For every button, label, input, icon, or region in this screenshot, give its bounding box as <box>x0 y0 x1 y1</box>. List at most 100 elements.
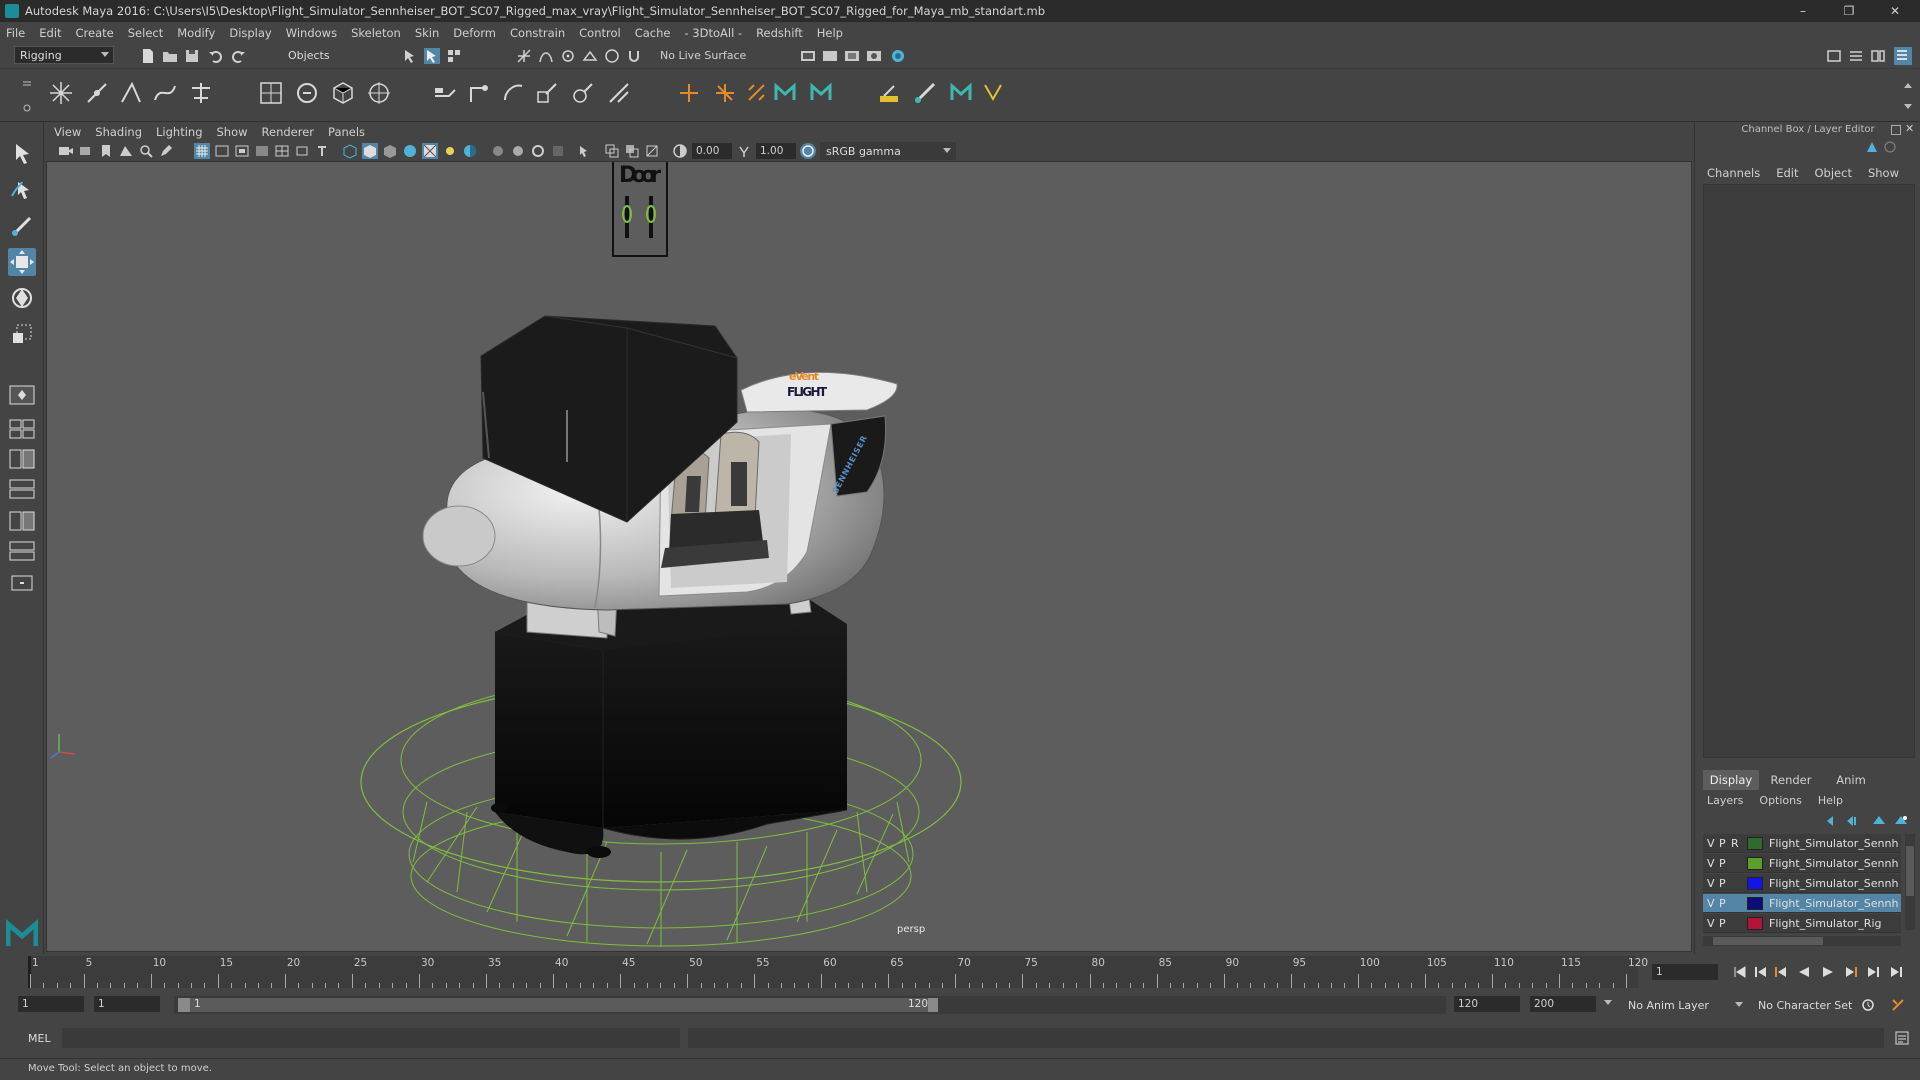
panel-menu-view[interactable]: View <box>54 125 81 139</box>
channel-box-menu-edit[interactable]: Edit <box>1776 166 1798 180</box>
panel-menu-renderer[interactable]: Renderer <box>262 125 315 139</box>
color-management-icon[interactable] <box>800 143 816 159</box>
field-chart-icon[interactable] <box>274 143 290 159</box>
menu-deform[interactable]: Deform <box>453 26 496 40</box>
layout-outliner-icon[interactable] <box>8 478 36 500</box>
range-bar-handle[interactable]: 1 120 <box>178 998 938 1012</box>
parent-constraint-icon[interactable] <box>432 80 458 106</box>
layer-row[interactable]: VP Flight_Simulator_Sennheiser_BOT_SC07_R… <box>1703 894 1901 913</box>
menu-constrain[interactable]: Constrain <box>510 26 565 40</box>
color-space-dropdown[interactable]: sRGB gamma <box>820 142 956 160</box>
bone-tool-icon[interactable] <box>744 80 770 106</box>
tab-anim[interactable]: Anim <box>1823 770 1879 790</box>
menu-redshift[interactable]: Redshift <box>756 26 803 40</box>
mirror-joint-icon[interactable] <box>188 80 214 106</box>
layer-playback-toggle[interactable]: P <box>1719 897 1729 910</box>
current-frame-field[interactable]: 1 <box>1652 964 1718 980</box>
ik-spline-icon[interactable] <box>152 80 178 106</box>
mel-script-3-icon[interactable] <box>948 80 974 106</box>
wireframe-icon[interactable] <box>342 143 358 159</box>
cluster-icon[interactable] <box>366 80 392 106</box>
tool-settings-icon[interactable] <box>1870 48 1886 64</box>
mel-label[interactable]: MEL <box>28 1032 51 1045</box>
ik-handle-icon[interactable] <box>118 80 144 106</box>
create-controller-icon[interactable] <box>712 80 738 106</box>
layer-playback-toggle[interactable]: P <box>1719 837 1729 850</box>
command-input[interactable] <box>62 1028 680 1048</box>
paint-skin-icon[interactable] <box>912 80 938 106</box>
move-layer-up-icon[interactable] <box>1825 814 1841 828</box>
hypershade-icon[interactable] <box>890 48 906 64</box>
locator-icon[interactable] <box>676 80 702 106</box>
layer-visibility-toggle[interactable]: V <box>1707 917 1717 930</box>
menu-cache[interactable]: Cache <box>635 26 671 40</box>
point-constraint-icon[interactable] <box>466 80 492 106</box>
mel-script-2-icon[interactable] <box>808 80 834 106</box>
layer-visibility-toggle[interactable]: V <box>1707 877 1717 890</box>
layer-color-swatch[interactable] <box>1747 917 1763 930</box>
menu-help[interactable]: Help <box>817 26 843 40</box>
magnet-icon[interactable] <box>626 48 642 64</box>
layer-color-swatch[interactable] <box>1747 857 1763 870</box>
layer-name[interactable]: Flight_Simulator_Sennheiser_BOT_SC07_Rig… <box>1769 877 1899 890</box>
play-backwards-icon[interactable] <box>1796 964 1812 980</box>
menu-file[interactable]: File <box>6 26 25 40</box>
layer-name[interactable]: Flight_Simulator_Sennheiser_BOT_SC07_Rig… <box>1769 837 1899 850</box>
timeline-track[interactable]: 1 5 10 15 20 25 30 35 40 45 50 55 60 65 70 75 80 85 90 95 10… <box>28 956 1648 988</box>
select-tool-icon[interactable] <box>8 140 36 168</box>
scale-constraint-icon[interactable] <box>534 80 560 106</box>
wireframe-on-shaded-icon[interactable] <box>402 143 418 159</box>
panel-menu-show[interactable]: Show <box>217 125 248 139</box>
orient-constraint-icon[interactable] <box>500 80 526 106</box>
float-panel-icon[interactable] <box>1891 125 1901 135</box>
range-end-grip[interactable] <box>928 998 938 1012</box>
layer-playback-toggle[interactable]: P <box>1719 857 1729 870</box>
menu-3dtoall[interactable]: - 3DtoAll - <box>684 26 742 40</box>
scale-tool-icon[interactable] <box>8 320 36 348</box>
safe-title-icon[interactable] <box>314 143 330 159</box>
play-forwards-icon[interactable] <box>1820 964 1836 980</box>
menu-create[interactable]: Create <box>76 26 114 40</box>
rotate-tool-icon[interactable] <box>8 284 36 312</box>
attribute-editor-icon[interactable] <box>1848 48 1864 64</box>
rig-tool-icon[interactable] <box>876 80 902 106</box>
menu-control[interactable]: Control <box>579 26 621 40</box>
live-surface-label[interactable]: No Live Surface <box>660 49 746 62</box>
animation-start-field[interactable]: 1 <box>18 996 84 1012</box>
channel-box-help-icon[interactable] <box>1883 140 1897 154</box>
layer-visibility-toggle[interactable]: V <box>1707 857 1717 870</box>
layer-horizontal-scrollbar[interactable] <box>1703 936 1901 946</box>
channel-box-menu-object[interactable]: Object <box>1815 166 1852 180</box>
exposure-icon[interactable] <box>672 143 688 159</box>
grid-toggle-icon[interactable] <box>194 143 210 159</box>
layer-row[interactable]: VPR Flight_Simulator_Sennheiser_BOT_SC07_… <box>1703 834 1901 853</box>
range-options-chevron-icon[interactable] <box>1604 1000 1612 1005</box>
layout-two-side-icon[interactable] <box>8 448 36 470</box>
smooth-shade-icon[interactable] <box>362 143 378 159</box>
select-component-icon[interactable] <box>446 48 462 64</box>
channel-box-toggle-icon[interactable] <box>1894 47 1912 65</box>
gate-mask-icon[interactable] <box>254 143 270 159</box>
save-scene-icon[interactable] <box>184 48 200 64</box>
select-object-icon[interactable] <box>424 48 440 64</box>
close-panel-icon[interactable]: ✕ <box>1905 122 1914 135</box>
layer-name[interactable]: Flight_Simulator_Rig <box>1769 917 1899 930</box>
layer-playback-toggle[interactable]: P <box>1719 917 1729 930</box>
layout-graph-icon[interactable] <box>8 510 36 532</box>
shelf-scroll-icon[interactable] <box>1902 80 1914 112</box>
new-layer-icon[interactable] <box>1871 814 1887 828</box>
new-scene-icon[interactable] <box>140 48 156 64</box>
playback-start-field[interactable]: 1 <box>94 996 160 1012</box>
open-scene-icon[interactable] <box>162 48 178 64</box>
default-material-icon[interactable] <box>382 143 398 159</box>
menu-skeleton[interactable]: Skeleton <box>351 26 401 40</box>
screen-space-ao-icon[interactable] <box>490 143 506 159</box>
lattice-icon[interactable] <box>330 80 356 106</box>
range-start-grip[interactable] <box>178 998 190 1012</box>
layer-color-swatch[interactable] <box>1747 897 1763 910</box>
xray-components-icon[interactable] <box>644 143 660 159</box>
paint-select-tool-icon[interactable] <box>8 212 36 240</box>
menu-windows[interactable]: Windows <box>286 26 337 40</box>
snap-point-icon[interactable] <box>560 48 576 64</box>
anim-layer-dropdown[interactable]: No Anim Layer <box>1622 996 1748 1014</box>
